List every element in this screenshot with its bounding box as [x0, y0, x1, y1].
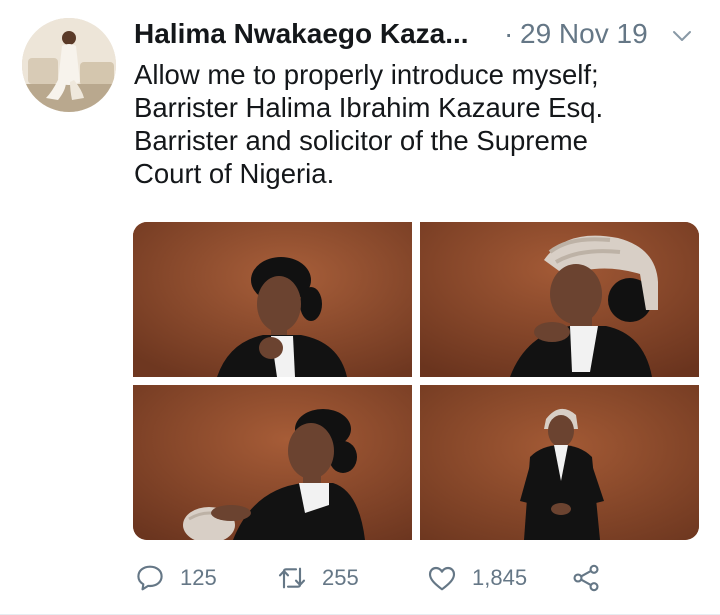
heart-icon	[428, 566, 456, 591]
tweet-actions: 125 255 1,845	[134, 558, 694, 598]
author-avatar[interactable]	[22, 18, 116, 112]
retweet-button[interactable]: 255	[276, 558, 359, 598]
media-grid	[133, 222, 699, 540]
share-icon	[573, 564, 599, 592]
photo-portrait-with-wig[interactable]	[420, 222, 699, 377]
share-button[interactable]	[570, 558, 602, 598]
photo-portrait-holding-wig[interactable]	[133, 385, 412, 540]
reply-button[interactable]: 125	[134, 558, 217, 598]
photo-full-length-with-wig[interactable]	[420, 385, 699, 540]
author-name[interactable]: Halima Nwakaego Kaza...	[134, 18, 469, 50]
tweet-date[interactable]: 29 Nov 19	[520, 18, 648, 50]
reply-count: 125	[180, 565, 217, 590]
like-count: 1,845	[472, 565, 528, 590]
tweet-text-line: Barrister Halima Ibrahim Kazaure Esq.	[134, 92, 604, 123]
chevron-down-icon[interactable]	[670, 24, 694, 48]
tweet-text-line: Barrister and solicitor of the Supreme	[134, 125, 588, 156]
photo-portrait-no-wig[interactable]	[133, 222, 412, 377]
tweet-text: Allow me to properly introduce myself; B…	[134, 58, 694, 190]
tweet-text-line: Court of Nigeria.	[134, 158, 335, 189]
avatar-image	[22, 18, 116, 112]
retweet-count: 255	[322, 565, 359, 590]
tweet-text-line: Allow me to properly introduce myself;	[134, 59, 599, 90]
retweet-icon	[278, 567, 306, 589]
like-button[interactable]: 1,845	[426, 558, 527, 598]
header-separator: ·	[504, 18, 514, 49]
reply-icon	[137, 565, 163, 591]
tweet-header: Halima Nwakaego Kaza... · 29 Nov 19	[134, 14, 694, 54]
